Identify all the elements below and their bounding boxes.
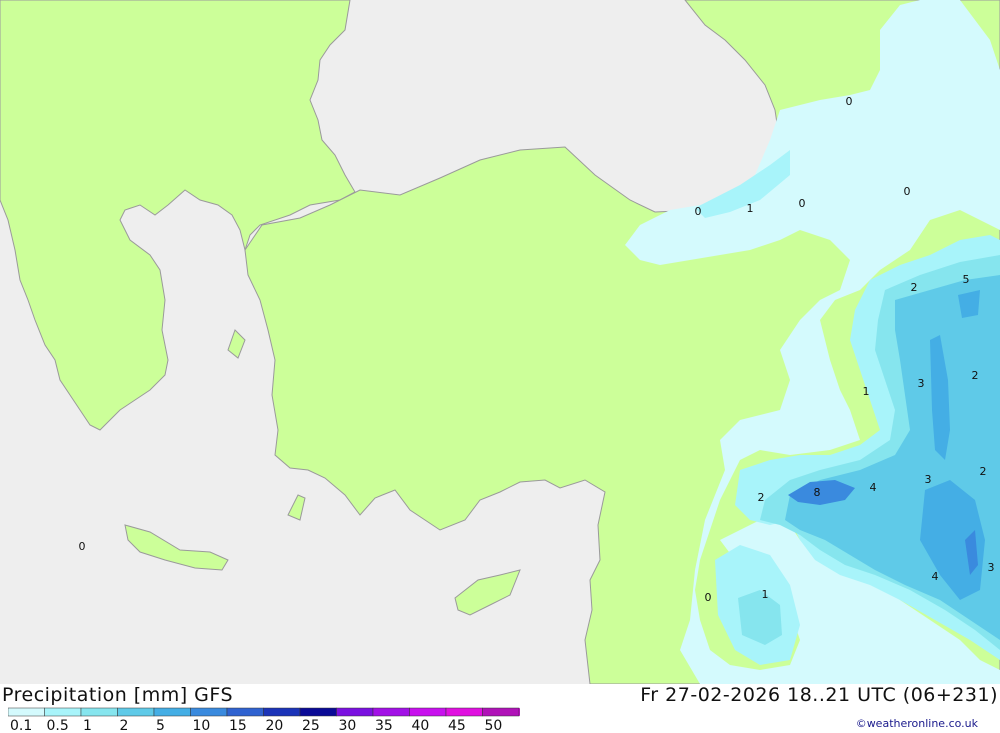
value-label: 0 [705, 591, 712, 604]
legend-label: 25 [302, 718, 320, 731]
value-label: 2 [911, 281, 918, 294]
footer-bar: Precipitation [mm] GFS Fr 27-02-2026 18.… [0, 684, 1000, 733]
value-label: 3 [988, 561, 995, 574]
legend-label: 20 [266, 718, 284, 731]
value-label: 0 [79, 540, 86, 553]
value-label: 3 [918, 377, 925, 390]
value-label: 2 [980, 465, 987, 478]
legend-swatch [409, 707, 447, 717]
map-title: Precipitation [mm] GFS [2, 684, 234, 706]
legend-swatch [445, 707, 483, 717]
value-label: 0 [799, 197, 806, 210]
value-label: 1 [747, 202, 754, 215]
legend-swatch [190, 707, 228, 717]
legend-label: 5 [156, 718, 165, 731]
legend-swatch [482, 707, 520, 717]
legend-label: 35 [375, 718, 393, 731]
precipitation-map: 0 0 1 0 0 0 2 5 1 3 2 2 8 4 3 2 4 3 0 1 [0, 0, 1000, 684]
value-label: 0 [846, 95, 853, 108]
legend-swatch [153, 707, 191, 717]
legend-swatch [80, 707, 118, 717]
precipitation-legend: 0.1 0.5 1 2 5 10 15 20 25 30 35 40 45 50 [8, 707, 520, 731]
legend-swatch [336, 707, 374, 717]
value-label: 5 [963, 273, 970, 286]
value-label: 0 [695, 205, 702, 218]
legend-swatch [299, 707, 337, 717]
legend-label: 0.5 [47, 718, 69, 731]
value-label: 1 [762, 588, 769, 601]
value-label: 8 [814, 486, 821, 499]
legend-label: 2 [120, 718, 129, 731]
legend-label: 45 [448, 718, 466, 731]
legend-swatch [8, 707, 45, 717]
legend-label: 10 [193, 718, 211, 731]
legend-swatch [44, 707, 82, 717]
legend-label: 50 [485, 718, 503, 731]
value-label: 2 [758, 491, 765, 504]
legend-swatch [117, 707, 155, 717]
value-label: 0 [904, 185, 911, 198]
legend-label: 30 [339, 718, 357, 731]
value-label: 4 [870, 481, 877, 494]
value-label: 3 [925, 473, 932, 486]
legend-swatch [226, 707, 264, 717]
value-label: 4 [932, 570, 939, 583]
legend-label: 0.1 [10, 718, 32, 731]
legend-swatch [263, 707, 301, 717]
value-label: 2 [972, 369, 979, 382]
credit-link[interactable]: ©weatheronline.co.uk [856, 717, 978, 730]
legend-arrow [519, 708, 520, 716]
value-label: 1 [863, 385, 870, 398]
run-info: Fr 27-02-2026 18..21 UTC (06+231) [640, 684, 998, 706]
legend-label: 40 [412, 718, 430, 731]
legend-label: 15 [229, 718, 247, 731]
legend-swatch [372, 707, 410, 717]
legend-label: 1 [83, 718, 92, 731]
